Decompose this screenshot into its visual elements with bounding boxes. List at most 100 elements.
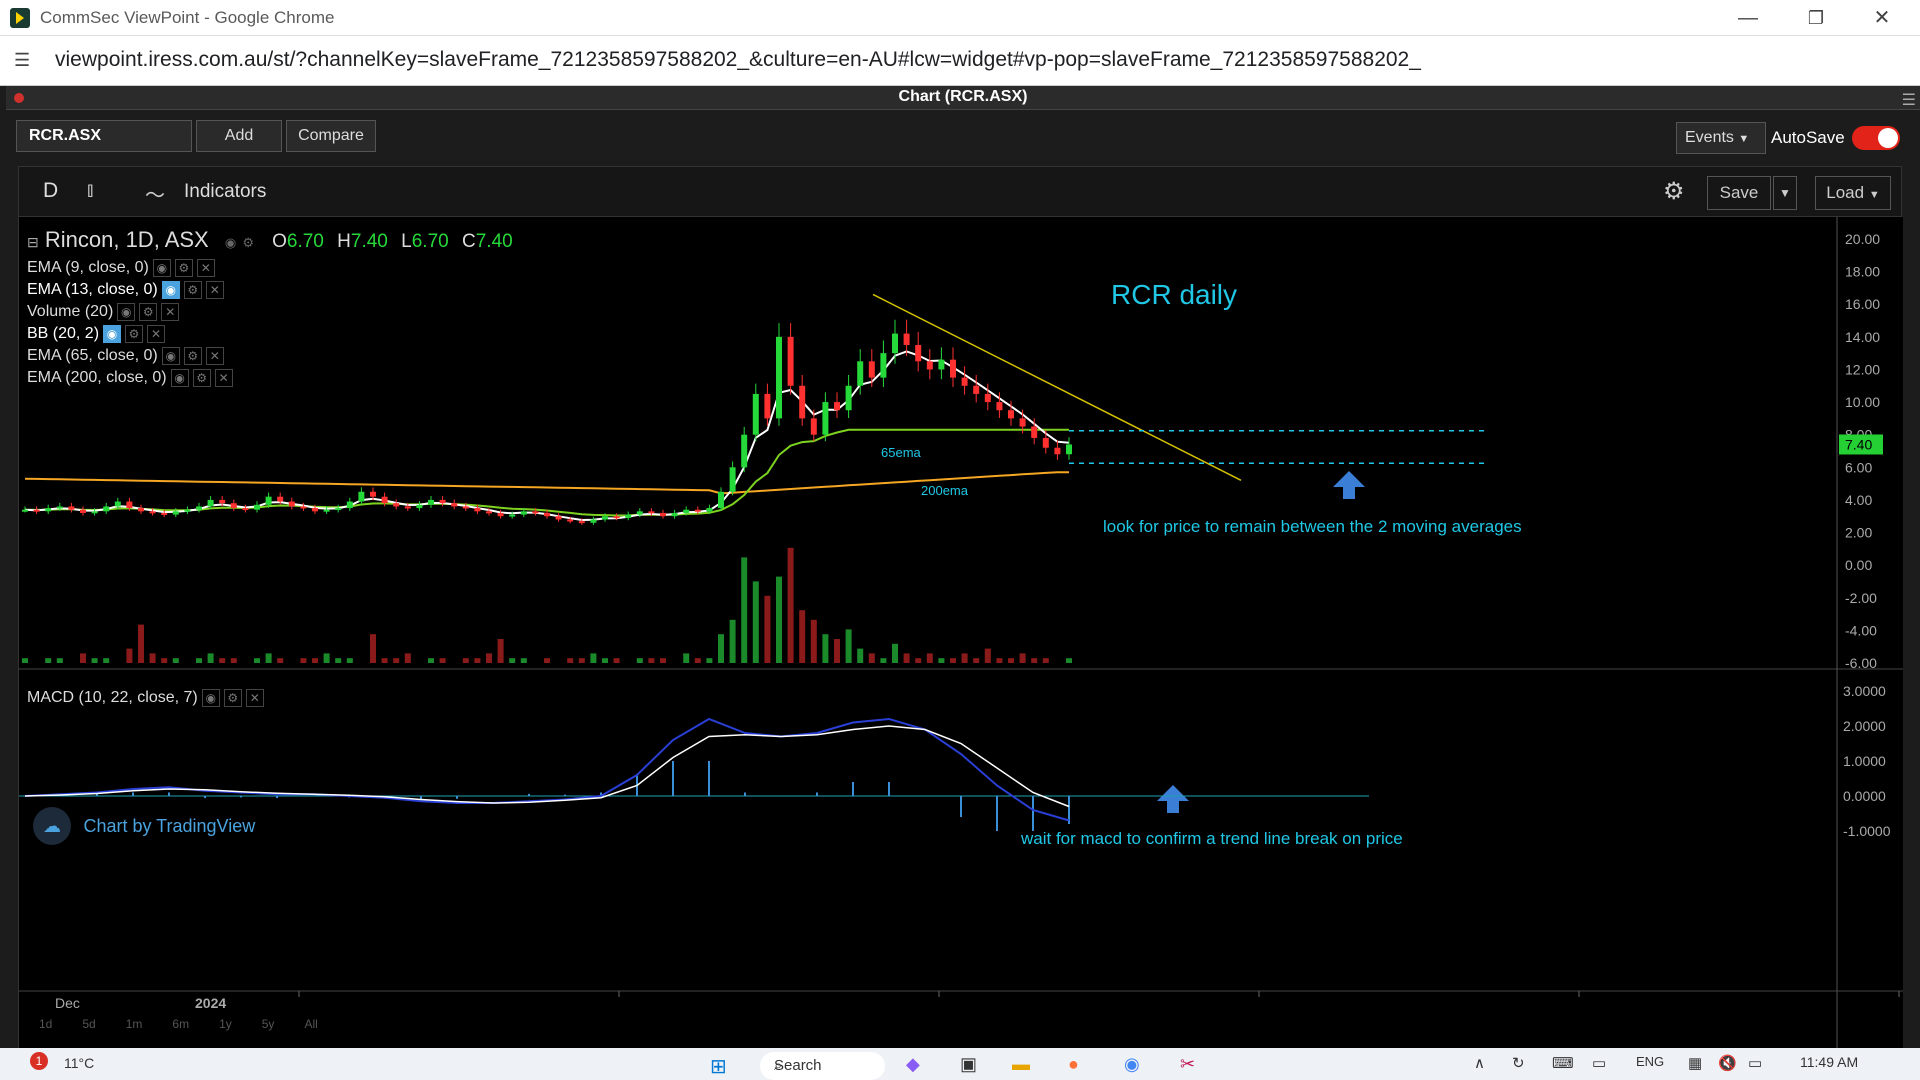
legend-ema65[interactable]: EMA (65, close, 0) ◉ ⚙ ✕ [27,347,224,365]
remove-icon[interactable]: ✕ [205,281,224,299]
site-info-icon[interactable]: ☰ [14,50,30,71]
candle-body [428,499,434,505]
visibility-icon[interactable]: ◉ [161,347,180,365]
tradingview-widget: D ⫾ 〜 Indicators ⚙ Save ▼ Load ▼ 20.00 18… [18,166,1903,1049]
legend-ema200-label: EMA (200, close, 0) [27,369,167,387]
settings-icon[interactable]: ⚙ [242,235,254,250]
settings-icon[interactable]: ⚙ [183,281,202,299]
volume-bar [683,653,690,663]
firefox-icon[interactable]: ● [1068,1054,1079,1075]
clock[interactable]: 11:49 AM [1800,1054,1858,1070]
save-button[interactable]: Save [1707,176,1771,210]
range-all[interactable]: All [304,1017,317,1031]
range-1d[interactable]: 1d [39,1017,52,1031]
symbol-input[interactable] [16,120,192,152]
file-explorer-icon[interactable]: ▬ [1012,1054,1030,1075]
visibility-icon[interactable]: ◉ [170,369,189,387]
visibility-icon[interactable]: ◉ [201,689,220,707]
visibility-icon[interactable]: ◉ [161,281,180,299]
load-button[interactable]: Load ▼ [1815,176,1891,210]
remove-icon[interactable]: ✕ [214,369,233,387]
legend-volume[interactable]: Volume (20) ◉ ⚙ ✕ [27,303,180,321]
legend-bb[interactable]: BB (20, 2) ◉ ⚙ ✕ [27,325,166,343]
restore-icon[interactable]: ❐ [1796,4,1836,32]
weather-icon[interactable]: 1 [30,1052,48,1070]
price-tick-label: 14.00 [1845,329,1880,345]
visibility-icon[interactable]: ◉ [152,259,171,277]
settings-icon[interactable]: ⚙ [174,259,193,277]
settings-icon[interactable]: ⚙ [223,689,242,707]
tray-chevron-icon[interactable]: ∧ [1474,1054,1485,1072]
remove-icon[interactable]: ✕ [161,303,180,321]
candle-body [752,393,759,435]
battery-icon[interactable]: ▭ [1748,1054,1762,1072]
signal-line [24,725,1070,808]
tradingview-branding[interactable]: ☁ Chart by TradingView [33,807,255,845]
sync-icon[interactable]: ↻ [1512,1054,1525,1072]
collapse-icon[interactable]: ⊟ [27,234,39,250]
minimize-icon[interactable]: — [1728,4,1768,32]
range-5y[interactable]: 5y [262,1017,275,1031]
range-1y[interactable]: 1y [219,1017,232,1031]
task-view-icon[interactable]: ▣ [960,1054,977,1075]
settings-icon[interactable]: ⚙ [139,303,158,321]
remove-icon[interactable]: ✕ [147,325,166,343]
range-5d[interactable]: 5d [82,1017,95,1031]
volume-bar [56,658,63,663]
arrow-up-macd-icon [1157,785,1189,813]
gear-icon[interactable]: ⚙ [1663,177,1685,206]
candle-body [973,385,980,394]
search-box[interactable]: ⌕ Search [760,1052,885,1080]
volume-bar [323,653,330,663]
volume-bar [149,653,156,663]
settings-icon[interactable]: ⚙ [192,369,211,387]
remove-icon[interactable]: ✕ [196,259,215,277]
remove-icon[interactable]: ✕ [245,689,264,707]
autosave-toggle[interactable] [1852,126,1900,150]
language-indicator[interactable]: ENG [1636,1054,1664,1069]
series-legend: ⊟ Rincon, 1D, ASX ◉ ⚙ O6.70 H7.40 L6.70 … [27,227,513,253]
chart-svg[interactable]: 20.0018.0016.0014.0012.0010.008.006.004.… [19,217,1903,1049]
url-text[interactable]: viewpoint.iress.com.au/st/?channelKey=sl… [55,48,1421,72]
hamburger-menu-icon[interactable]: ☰ [1902,90,1916,110]
candle-body [265,496,272,505]
volume-bar [880,658,887,663]
save-menu-chevron-icon[interactable]: ▼ [1773,176,1797,210]
close-icon[interactable]: ✕ [1862,4,1902,32]
range-6m[interactable]: 6m [172,1017,189,1031]
chart-area[interactable]: 20.0018.0016.0014.0012.0010.008.006.004.… [19,217,1903,1049]
legend-ema200[interactable]: EMA (200, close, 0) ◉ ⚙ ✕ [27,369,233,387]
remove-icon[interactable]: ✕ [205,347,224,365]
interval-button[interactable]: D [43,179,58,203]
legend-ema9[interactable]: EMA (9, close, 0) ◉ ⚙ ✕ [27,259,215,277]
legend-ema13[interactable]: EMA (13, close, 0) ◉ ⚙ ✕ [27,281,224,299]
candle-body [242,508,249,511]
range-1m[interactable]: 1m [126,1017,143,1031]
indicators-button[interactable]: Indicators [184,181,266,203]
open-label: O [272,231,287,252]
volume-muted-icon[interactable]: 🔇 [1718,1054,1737,1072]
compare-button[interactable]: Compare [286,120,376,152]
volume-bar [312,658,318,663]
address-bar[interactable]: ☰ viewpoint.iress.com.au/st/?channelKey=… [0,36,1920,86]
network-icon[interactable]: ▦ [1688,1054,1702,1072]
volume-bar [1008,658,1014,663]
keyboard-icon[interactable]: ⌨ [1552,1054,1574,1072]
chrome-icon[interactable]: ◉ [1124,1054,1140,1075]
events-dropdown[interactable]: Events ▼ [1676,122,1766,154]
indicators-icon[interactable]: 〜 [145,179,165,208]
visibility-icon[interactable]: ◉ [103,325,122,343]
display-icon[interactable]: ▭ [1592,1054,1606,1072]
add-button[interactable]: Add [196,120,282,152]
legend-macd[interactable]: MACD (10, 22, close, 7) ◉ ⚙ ✕ [27,689,264,707]
visibility-icon[interactable]: ◉ [225,235,236,250]
weather-temp[interactable]: 11°C [64,1055,94,1071]
start-icon[interactable]: ⊞ [710,1054,727,1079]
snipping-tool-icon[interactable]: ✂ [1180,1054,1195,1075]
branding-text[interactable]: Chart by TradingView [83,816,255,836]
settings-icon[interactable]: ⚙ [183,347,202,365]
copilot-icon[interactable]: ◆ [906,1054,920,1075]
settings-icon[interactable]: ⚙ [125,325,144,343]
visibility-icon[interactable]: ◉ [117,303,136,321]
candle-type-icon[interactable]: ⫾ [87,179,93,202]
